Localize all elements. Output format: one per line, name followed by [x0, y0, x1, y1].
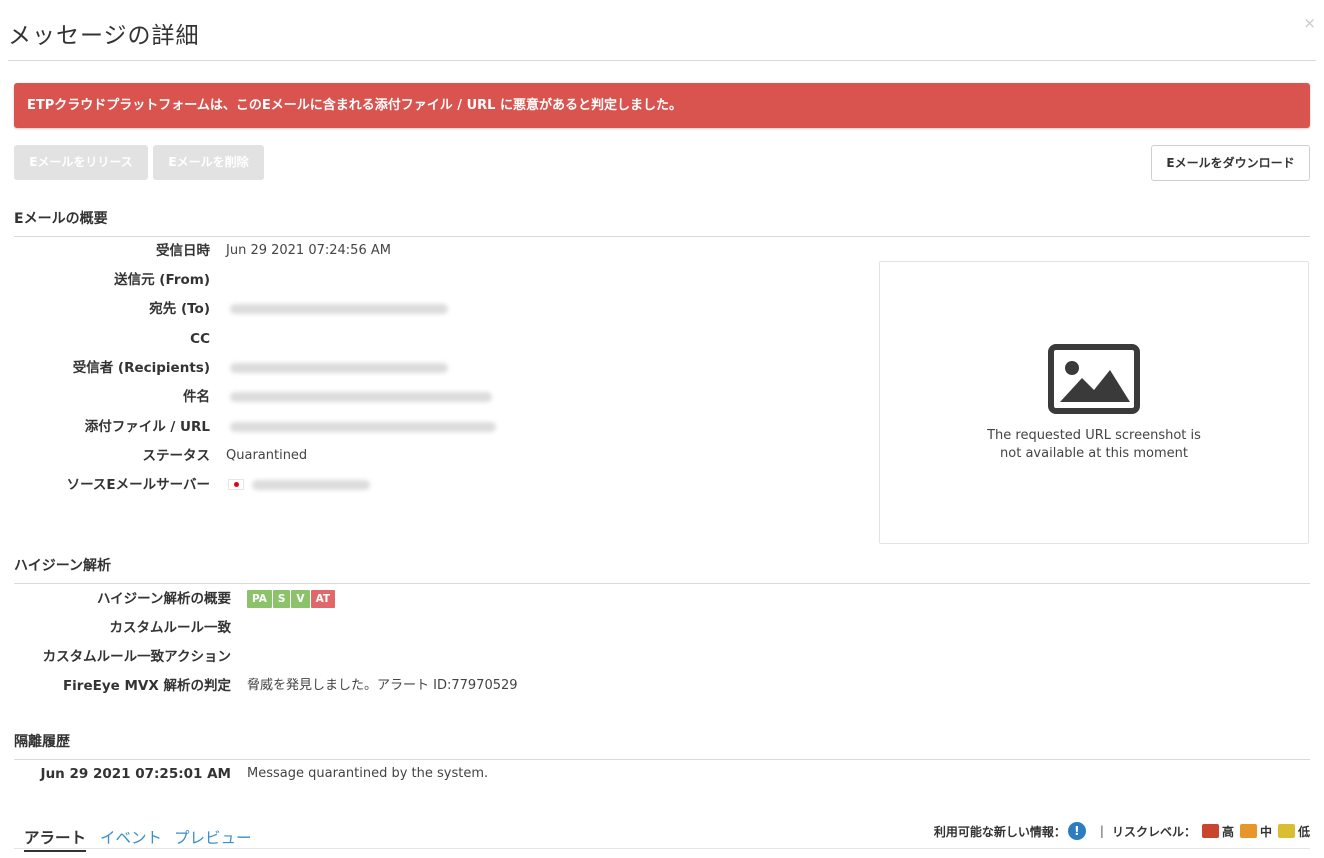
risk-high-label: 高 — [1221, 824, 1234, 839]
tabs-divider — [14, 848, 1310, 849]
mvx-verdict-row: FireEye MVX 解析の判定 — [0, 676, 231, 696]
delete-email-button[interactable]: Eメールを削除 — [153, 145, 264, 180]
subject-value-redacted — [230, 387, 492, 407]
recipients-value-redacted — [230, 358, 448, 378]
received-date-row: 受信日時 — [0, 241, 210, 261]
status-label: ステータス — [142, 448, 211, 464]
legend-separator: | — [1099, 824, 1104, 838]
recipients-row: 受信者 (Recipients) — [0, 358, 210, 378]
status-value: Quarantined — [226, 448, 308, 463]
risk-low-swatch — [1277, 824, 1295, 838]
hygiene-summary-label: ハイジーン解析の概要 — [96, 591, 231, 607]
hygiene-badges: PA S V AT — [247, 590, 336, 608]
screenshot-unavailable-line2: not available at this moment — [1000, 446, 1188, 461]
status-row: ステータス — [0, 446, 211, 466]
new-info-icon[interactable]: ! — [1067, 822, 1086, 840]
to-value-redacted — [230, 299, 448, 319]
to-label: 宛先 (To) — [149, 301, 210, 317]
attachment-label: 添付ファイル / URL — [84, 419, 210, 435]
source-server-row: ソースEメールサーバー — [0, 475, 210, 495]
cc-label: CC — [190, 331, 210, 347]
attachment-value-redacted — [230, 417, 496, 437]
custom-rule-label: カスタムルール一致 — [109, 620, 232, 636]
custom-rule-row: カスタムルール一致 — [0, 618, 232, 638]
received-date-value: Jun 29 2021 07:24:56 AM — [226, 243, 391, 258]
hygiene-summary-row: ハイジーン解析の概要 — [0, 589, 231, 609]
quarantine-entry-time: Jun 29 2021 07:25:01 AM — [40, 766, 231, 782]
custom-rule-action-label: カスタムルール一致アクション — [42, 649, 231, 665]
custom-rule-action-row: カスタムルール一致アクション — [0, 647, 231, 667]
tab-events[interactable]: イベント — [100, 826, 162, 848]
tab-preview[interactable]: プレビュー — [174, 826, 252, 848]
to-row: 宛先 (To) — [0, 299, 210, 319]
cc-row: CC — [0, 329, 210, 349]
badge-v: V — [291, 590, 310, 608]
quarantine-entry-row: Jun 29 2021 07:25:01 AM — [0, 764, 231, 784]
badge-pa: PA — [247, 590, 272, 608]
recipients-label: 受信者 (Recipients) — [72, 360, 210, 376]
new-info-label: 利用可能な新しい情報： — [933, 824, 1066, 839]
mvx-verdict-label: FireEye MVX 解析の判定 — [62, 678, 231, 694]
source-server-value — [228, 475, 370, 495]
download-email-button[interactable]: Eメールをダウンロード — [1151, 145, 1310, 181]
subject-row: 件名 — [0, 387, 210, 407]
image-placeholder-icon — [1048, 344, 1140, 414]
quarantine-divider — [14, 759, 1310, 760]
received-date-label: 受信日時 — [156, 243, 210, 259]
source-server-label: ソースEメールサーバー — [66, 477, 210, 493]
badge-at: AT — [310, 590, 336, 608]
release-email-button[interactable]: Eメールをリリース — [14, 145, 148, 180]
hygiene-divider — [14, 583, 1310, 584]
from-row: 送信元 (From) — [0, 270, 210, 290]
close-icon[interactable]: × — [1303, 14, 1316, 32]
hygiene-section-title: ハイジーン解析 — [14, 558, 112, 574]
quarantine-entry-text: Message quarantined by the system. — [247, 766, 489, 781]
screenshot-unavailable-line1: The requested URL screenshot is — [987, 428, 1201, 443]
risk-medium-label: 中 — [1259, 824, 1272, 839]
screenshot-unavailable-text: The requested URL screenshot is not avai… — [880, 427, 1308, 463]
modal-title: メッセージの詳細 — [8, 23, 200, 49]
risk-medium-swatch — [1239, 824, 1257, 838]
overview-section-title: Eメールの概要 — [14, 211, 108, 227]
from-label: 送信元 (From) — [114, 272, 210, 288]
subject-label: 件名 — [183, 389, 210, 405]
risk-high-swatch — [1201, 824, 1219, 838]
source-server-redacted — [252, 479, 370, 490]
overview-divider — [14, 236, 1310, 237]
modal-header: メッセージの詳細 × — [8, 0, 1316, 61]
risk-level-label: リスクレベル： — [1111, 824, 1196, 839]
attachment-row: 添付ファイル / URL — [0, 417, 210, 437]
risk-legend: 利用可能な新しい情報： ! | リスクレベル： 高 中 低 — [934, 822, 1310, 840]
malicious-alert-banner: ETPクラウドプラットフォームは、このEメールに含まれる添付ファイル / URL… — [14, 83, 1310, 128]
risk-low-label: 低 — [1297, 824, 1310, 839]
badge-s: S — [272, 590, 291, 608]
mvx-verdict-value: 脅威を発見しました。アラート ID:77970529 — [247, 678, 518, 693]
quarantine-section-title: 隔離履歴 — [14, 734, 70, 750]
jp-flag-icon — [228, 479, 244, 490]
url-screenshot-panel: The requested URL screenshot is not avai… — [879, 261, 1309, 544]
